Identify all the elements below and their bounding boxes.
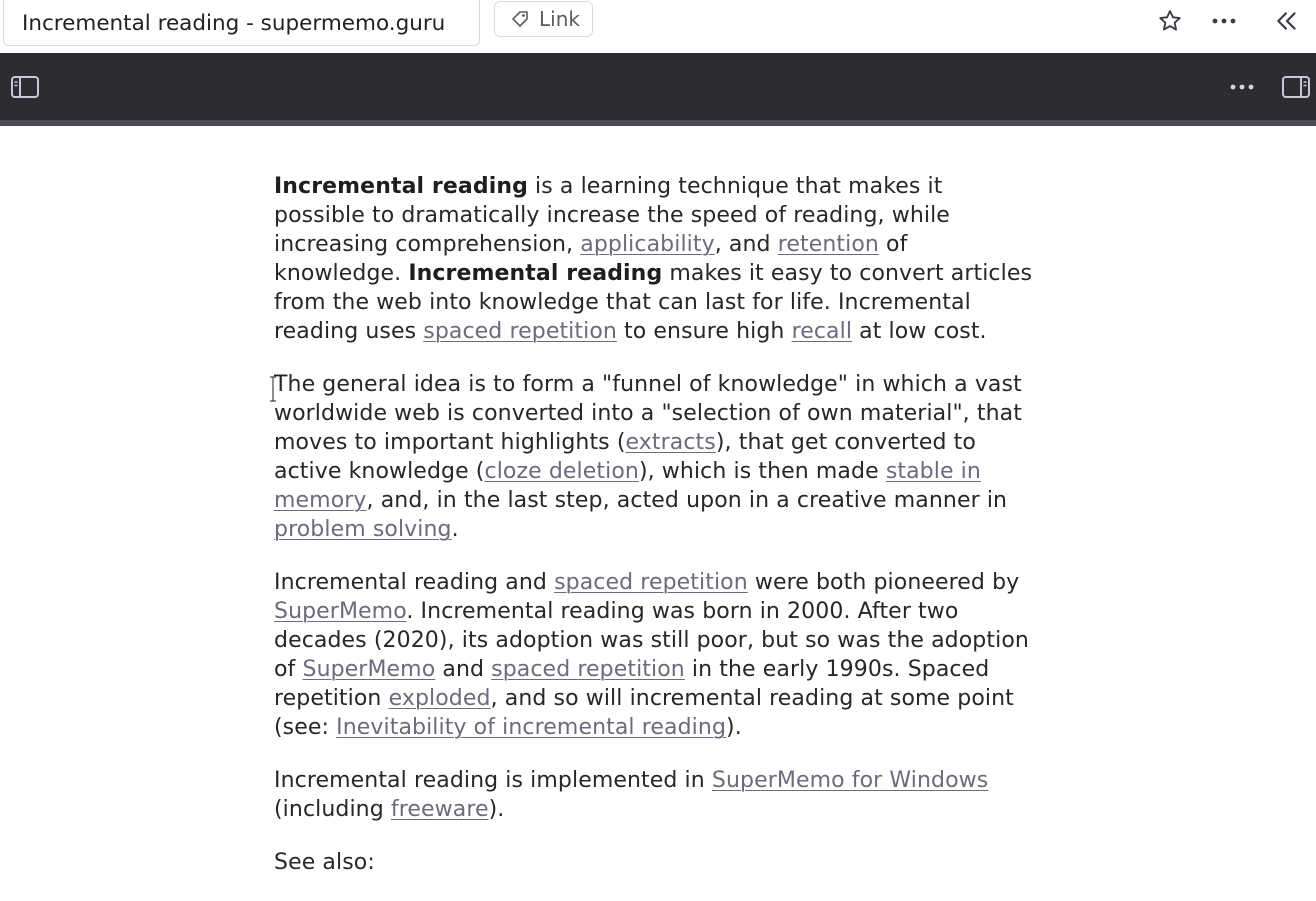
sidebar-right-icon	[1282, 76, 1310, 98]
editor-toolbar	[0, 53, 1316, 120]
more-options-button[interactable]	[1209, 6, 1239, 36]
link-applicability[interactable]: applicability	[580, 232, 714, 257]
link-supermemo[interactable]: SuperMemo	[303, 657, 436, 682]
link-exploded[interactable]: exploded	[389, 686, 491, 711]
note-title-field[interactable]: Incremental reading - supermemo.guru	[3, 0, 480, 46]
text-cursor-icon	[270, 376, 276, 402]
link-freeware[interactable]: freeware	[391, 797, 489, 822]
note-title[interactable]: Incremental reading - supermemo.guru	[22, 11, 445, 36]
link-spaced-repetition[interactable]: spaced repetition	[554, 570, 748, 595]
link-spaced-repetition[interactable]: spaced repetition	[423, 319, 617, 344]
link-cloze-deletion[interactable]: cloze deletion	[485, 459, 639, 484]
link-extracts[interactable]: extracts	[626, 430, 716, 455]
article-body[interactable]: Incremental reading is a learning techni…	[274, 172, 1034, 901]
bold-term: Incremental reading	[408, 261, 663, 286]
link-supermemo[interactable]: SuperMemo	[274, 599, 406, 624]
more-icon	[1230, 84, 1254, 90]
link-inevitability[interactable]: Inevitability of incremental reading	[336, 715, 726, 740]
bold-term: Incremental reading	[274, 174, 528, 199]
paragraph-intro: Incremental reading is a learning techni…	[274, 174, 1033, 344]
more-icon	[1212, 18, 1236, 24]
paragraph-funnel: The general idea is to form a "funnel of…	[274, 372, 1022, 542]
star-button[interactable]	[1155, 6, 1185, 36]
title-bar: Incremental reading - supermemo.guru Lin…	[0, 0, 1316, 53]
paragraph-implementation: Incremental reading is implemented in Su…	[274, 768, 989, 822]
toggle-left-sidebar-button[interactable]	[8, 70, 42, 104]
toggle-right-sidebar-button[interactable]	[1279, 70, 1313, 104]
link-button-label: Link	[539, 7, 580, 31]
star-icon	[1159, 10, 1181, 31]
toolbar-divider	[0, 120, 1316, 126]
collapse-left-icon	[1277, 12, 1296, 30]
tag-icon	[512, 11, 528, 27]
link-button[interactable]: Link	[494, 1, 593, 37]
link-supermemo-for-windows[interactable]: SuperMemo for Windows	[712, 768, 988, 793]
link-problem-solving[interactable]: problem solving	[274, 517, 452, 542]
paragraph-see-also: See also:	[274, 850, 375, 875]
paragraph-history: Incremental reading and spaced repetitio…	[274, 570, 1029, 740]
toolbar-more-button[interactable]	[1225, 70, 1259, 104]
link-retention[interactable]: retention	[778, 232, 879, 257]
sidebar-left-icon	[11, 76, 39, 98]
link-spaced-repetition[interactable]: spaced repetition	[491, 657, 685, 682]
collapse-panel-button[interactable]	[1272, 6, 1302, 36]
link-recall[interactable]: recall	[792, 319, 853, 344]
